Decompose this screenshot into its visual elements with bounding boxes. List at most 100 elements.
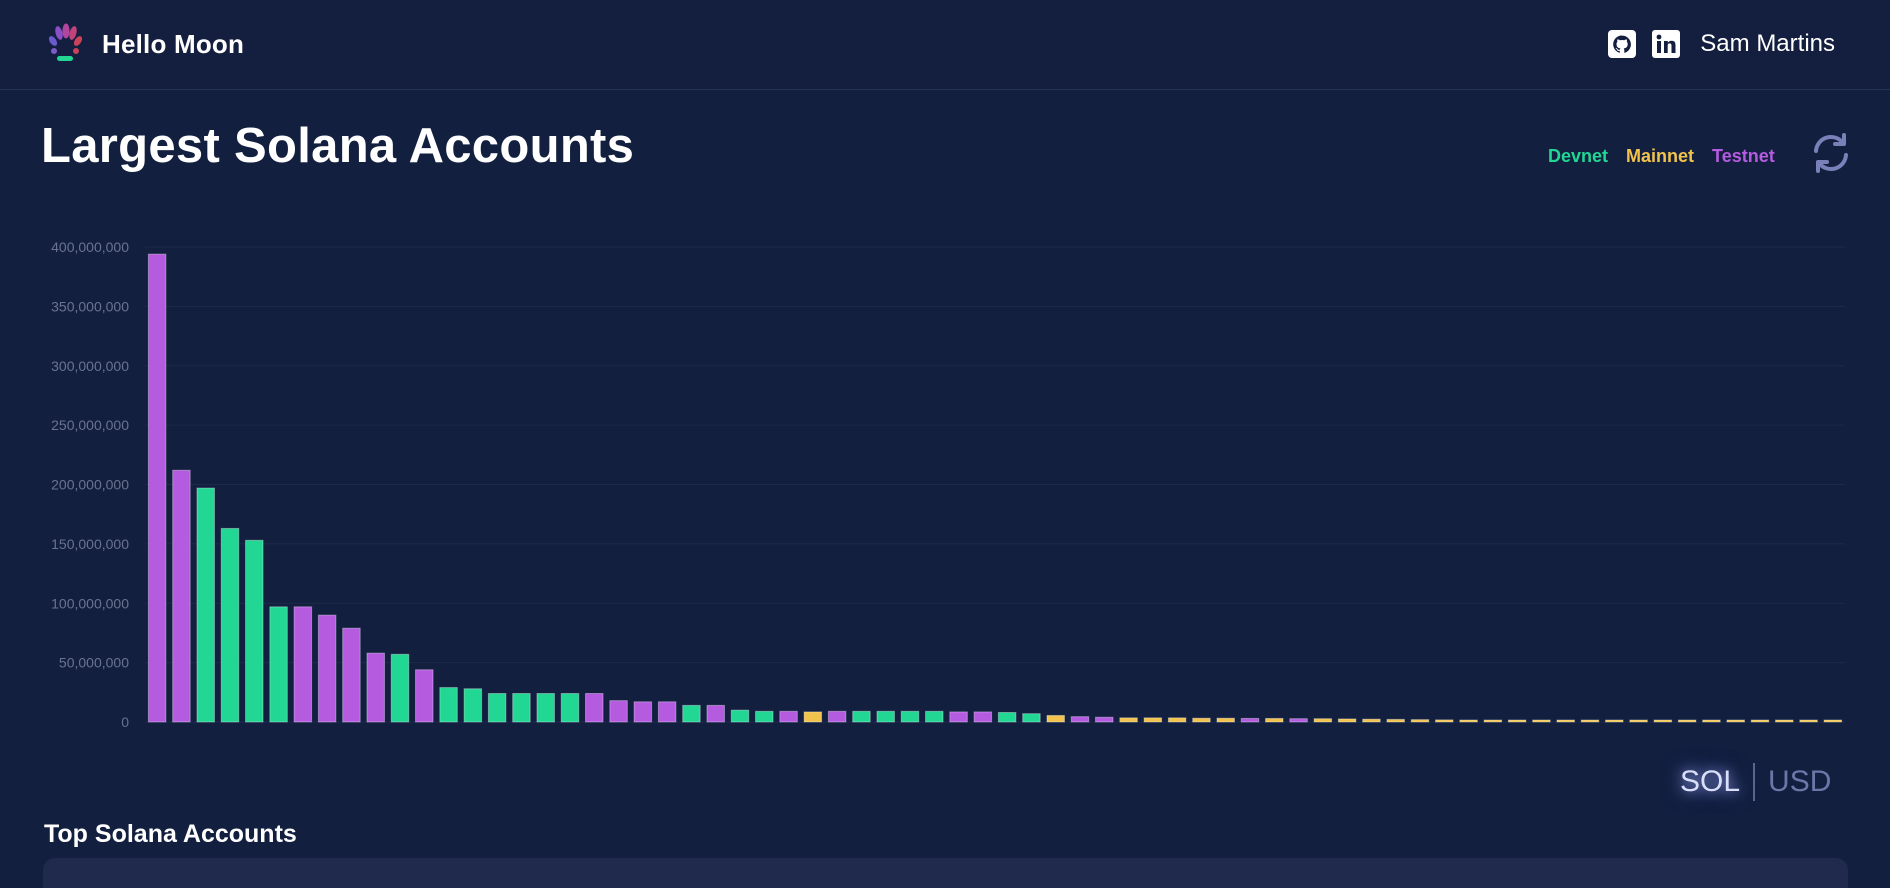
chart-bar[interactable] [1702, 719, 1721, 723]
chart-bar[interactable] [536, 693, 555, 723]
chart-bar[interactable] [196, 487, 215, 723]
chart-bar[interactable] [1337, 718, 1357, 723]
y-tick-label: 100,000,000 [51, 595, 129, 611]
chart-bar[interactable] [1556, 719, 1575, 723]
chart-bar[interactable] [1070, 716, 1090, 723]
chart-bar[interactable] [220, 527, 240, 723]
chart-bar[interactable] [1192, 717, 1211, 723]
user-name[interactable]: Sam Martins [1700, 30, 1835, 58]
chart-bar[interactable] [269, 606, 288, 723]
y-tick-label: 50,000,000 [59, 655, 129, 671]
chart-bar[interactable] [172, 469, 191, 723]
chart-bar[interactable] [1119, 717, 1138, 723]
y-tick-label: 250,000,000 [51, 417, 129, 433]
chart-grid [145, 246, 1845, 723]
chart-bar[interactable] [682, 704, 701, 723]
chart-bar[interactable] [439, 687, 458, 723]
chart-bar[interactable] [1750, 719, 1770, 723]
chart-bar[interactable] [1095, 716, 1114, 723]
chart-bar[interactable] [415, 669, 434, 723]
brand[interactable]: Hello Moon [43, 22, 244, 66]
chart-bar[interactable] [1653, 719, 1673, 723]
chart-bar[interactable] [1775, 719, 1794, 723]
chart-bar[interactable] [487, 693, 507, 723]
github-icon[interactable] [1608, 30, 1637, 58]
chart-bar[interactable] [1823, 719, 1843, 723]
chart-bar[interactable] [1435, 719, 1454, 723]
chart-bar[interactable] [1726, 719, 1745, 723]
toggle-divider [1753, 763, 1756, 801]
chart-bar[interactable] [1532, 719, 1551, 723]
accounts-table-card [43, 858, 1848, 888]
chart-bar[interactable] [1629, 719, 1648, 723]
chart-bar[interactable] [1580, 719, 1600, 723]
chart-bar[interactable] [560, 693, 580, 723]
chart-bar[interactable] [293, 606, 313, 723]
chart-bar[interactable] [1507, 719, 1527, 723]
chart-bar[interactable] [827, 710, 847, 723]
brand-name: Hello Moon [102, 28, 245, 59]
chart-bar[interactable] [730, 709, 750, 723]
chart-bar[interactable] [1483, 719, 1503, 723]
sol-toggle-button[interactable]: SOL [1680, 765, 1740, 799]
y-axis-ticks: 0 50,000,000 100,000,000 150,000,000 200,000… [51, 239, 129, 730]
chart-bar[interactable] [390, 653, 410, 723]
chart-bar[interactable] [1677, 719, 1697, 723]
chart-bar[interactable] [876, 710, 895, 723]
chart-bar[interactable] [1799, 719, 1818, 723]
chart-bar[interactable] [1167, 717, 1187, 723]
chart-bar[interactable] [609, 700, 628, 723]
chart-bar[interactable] [1240, 717, 1260, 723]
legend-devnet[interactable]: Devnet [1548, 146, 1608, 167]
chart-bar[interactable] [900, 710, 920, 723]
chart-bar[interactable] [949, 711, 968, 723]
chart-bar[interactable] [779, 710, 798, 723]
chart-bar[interactable] [585, 693, 604, 723]
chart-bar[interactable] [925, 710, 944, 723]
chart-bar[interactable] [852, 710, 871, 723]
chart-bar[interactable] [1386, 718, 1405, 723]
y-tick-label: 0 [121, 714, 129, 730]
top-navigation-bar: Hello Moon Sam Martins [0, 0, 1890, 90]
chart-bar[interactable] [997, 712, 1017, 723]
legend-testnet[interactable]: Testnet [1712, 146, 1775, 167]
usd-toggle-button[interactable]: USD [1768, 765, 1831, 799]
chart-bars [147, 253, 1843, 723]
section-title: Top Solana Accounts [44, 820, 297, 848]
chart-bar[interactable] [1605, 719, 1624, 723]
chart-bar[interactable] [657, 701, 677, 723]
chart-bar[interactable] [1362, 718, 1381, 723]
chart-bar[interactable] [147, 253, 167, 723]
currency-toggle: SOL USD [1680, 758, 1831, 806]
chart-bar[interactable] [803, 711, 823, 723]
chart-bar[interactable] [366, 652, 385, 723]
chart-bar[interactable] [1289, 718, 1308, 723]
accounts-bar-chart: 0 50,000,000 100,000,000 150,000,000 200,000… [51, 239, 1845, 730]
chart-bar[interactable] [1046, 714, 1065, 723]
chart-bar[interactable] [633, 701, 653, 723]
chart-bar[interactable] [1216, 717, 1235, 723]
chart-bar[interactable] [706, 704, 725, 723]
network-legend: Devnet Mainnet Testnet [1548, 146, 1793, 167]
hello-moon-logo-icon [48, 23, 83, 61]
chart-bar[interactable] [1410, 719, 1430, 723]
linkedin-icon[interactable] [1652, 30, 1681, 58]
page-title: Largest Solana Accounts [41, 119, 635, 173]
chart-bar[interactable] [755, 710, 774, 723]
y-tick-label: 300,000,000 [51, 358, 129, 374]
legend-mainnet[interactable]: Mainnet [1626, 146, 1694, 167]
chart-bar[interactable] [1265, 717, 1284, 723]
chart-bar[interactable] [317, 614, 337, 723]
chart-bar[interactable] [1143, 717, 1163, 723]
chart-bar[interactable] [245, 539, 264, 723]
y-tick-label: 350,000,000 [51, 298, 129, 314]
chart-bar[interactable] [973, 711, 993, 723]
chart-bar[interactable] [512, 693, 531, 723]
chart-bar[interactable] [1313, 718, 1333, 723]
chart-bar[interactable] [463, 688, 483, 723]
chart-bar[interactable] [1022, 713, 1041, 723]
chart-bar[interactable] [1459, 719, 1478, 723]
refresh-icon[interactable] [1808, 130, 1854, 176]
y-tick-label: 400,000,000 [51, 239, 129, 255]
chart-bar[interactable] [342, 627, 361, 723]
